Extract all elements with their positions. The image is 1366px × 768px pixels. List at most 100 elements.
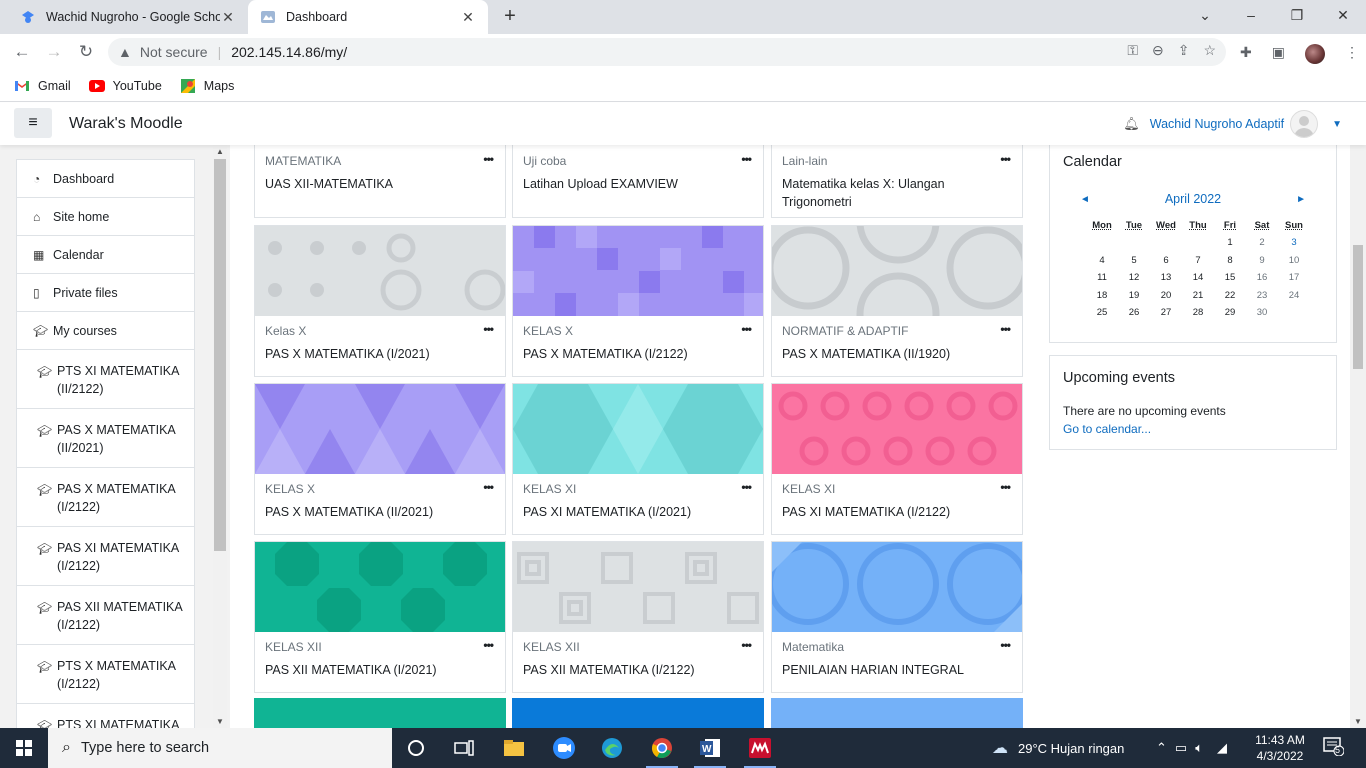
tab-dashboard[interactable]: Dashboard ✕ xyxy=(248,0,488,34)
more-actions-icon[interactable]: ••• xyxy=(741,480,752,494)
more-actions-icon[interactable]: ••• xyxy=(1000,322,1011,336)
calendar-day[interactable]: 5 xyxy=(1118,252,1150,270)
taskbar-clock[interactable]: 11:43 AM 4/3/2022 xyxy=(1250,732,1310,764)
forward-icon[interactable]: → xyxy=(42,40,66,64)
more-actions-icon[interactable]: ••• xyxy=(741,322,752,336)
course-name[interactable]: PAS X MATEMATIKA (I/2122) xyxy=(523,345,753,363)
calendar-day[interactable]: 8 xyxy=(1214,252,1246,270)
course-card[interactable] xyxy=(512,698,764,728)
battery-icon[interactable]: ▭ xyxy=(1175,740,1187,756)
new-tab-button[interactable]: + xyxy=(498,5,522,29)
edge-icon[interactable] xyxy=(588,732,636,764)
windows-start-button[interactable] xyxy=(0,728,48,768)
profile-avatar[interactable] xyxy=(1304,44,1325,64)
course-image[interactable] xyxy=(255,226,505,316)
course-card[interactable]: KELAS XI PAS XI MATEMATIKA (I/2021) ••• xyxy=(512,383,764,535)
course-name[interactable]: PAS X MATEMATIKA (I/2021) xyxy=(265,345,495,363)
scroll-down-icon[interactable]: ▼ xyxy=(213,717,227,726)
scrollbar-thumb[interactable] xyxy=(214,159,226,551)
menu-icon[interactable]: ⋮ xyxy=(1345,44,1359,64)
course-card[interactable]: Matematika PENILAIAN HARIAN INTEGRAL ••• xyxy=(771,541,1023,693)
more-actions-icon[interactable]: ••• xyxy=(741,152,752,166)
course-name[interactable]: PAS XII MATEMATIKA (I/2021) xyxy=(265,661,495,679)
close-window-button[interactable]: ✕ xyxy=(1320,0,1366,30)
chevron-down-icon[interactable]: ▼ xyxy=(1332,119,1342,130)
course-image[interactable] xyxy=(513,542,763,632)
calendar-day[interactable]: 2 xyxy=(1246,234,1278,252)
calendar-day[interactable]: 28 xyxy=(1182,304,1214,322)
extensions-icon[interactable]: ✚ xyxy=(1240,44,1252,64)
file-explorer-icon[interactable] xyxy=(490,732,538,764)
word-icon[interactable]: W xyxy=(686,732,734,768)
site-name[interactable]: Warak's Moodle xyxy=(69,115,183,133)
drawer-toggle-button[interactable]: ≡ xyxy=(14,108,52,138)
chrome-icon[interactable] xyxy=(638,732,686,768)
close-tab-icon[interactable]: ✕ xyxy=(460,9,476,26)
course-name[interactable]: PAS X MATEMATIKA (II/2021) xyxy=(265,503,495,521)
nav-course-item[interactable]: 🎓︎ PAS XI MATEMATIKA (I/2122) xyxy=(17,527,194,586)
course-card[interactable]: KELAS X PAS X MATEMATIKA (II/2021) ••• xyxy=(254,383,506,535)
course-card[interactable]: KELAS X PAS X MATEMATIKA (I/2122) ••• xyxy=(512,225,764,377)
nav-course-item[interactable]: 🎓︎ PTS XI MATEMATIKA (II/2122) xyxy=(17,350,194,409)
course-name[interactable]: PAS XII MATEMATIKA (I/2122) xyxy=(523,661,753,679)
nav-item-private-files[interactable]: ▯ Private files xyxy=(17,274,194,312)
course-card[interactable]: Uji coba Latihan Upload EXAMVIEW ••• xyxy=(512,145,764,218)
calendar-day[interactable]: 25 xyxy=(1086,304,1118,322)
course-name[interactable]: PAS XI MATEMATIKA (I/2021) xyxy=(523,503,753,521)
next-month-icon[interactable]: ► xyxy=(1296,194,1306,205)
side-panel-icon[interactable]: ▣ xyxy=(1272,44,1285,64)
nav-course-item[interactable]: 🎓︎ PAS X MATEMATIKA (II/2021) xyxy=(17,409,194,468)
previous-month-icon[interactable]: ◄ xyxy=(1080,194,1090,205)
calendar-day[interactable]: 7 xyxy=(1182,252,1214,270)
volume-icon[interactable]: 🔈︎ xyxy=(1195,740,1203,756)
reload-icon[interactable]: ↻ xyxy=(74,40,98,64)
tab-search-icon[interactable]: ⌄ xyxy=(1182,0,1228,30)
url-text[interactable]: 202.145.14.86/my/ xyxy=(231,44,347,60)
course-card[interactable] xyxy=(254,698,506,728)
calendar-day[interactable]: 15 xyxy=(1214,269,1246,287)
course-card[interactable]: NORMATIF & ADAPTIF PAS X MATEMATIKA (II/… xyxy=(771,225,1023,377)
calendar-day[interactable]: 14 xyxy=(1182,269,1214,287)
nav-course-item[interactable]: 🎓︎ PTS XI MATEMATIKA (I/2122) xyxy=(17,704,194,728)
calendar-day[interactable]: 29 xyxy=(1214,304,1246,322)
calendar-day[interactable]: 26 xyxy=(1118,304,1150,322)
nav-course-item[interactable]: 🎓︎ PAS XII MATEMATIKA (I/2122) xyxy=(17,586,194,645)
course-card[interactable]: KELAS XI PAS XI MATEMATIKA (I/2122) ••• xyxy=(771,383,1023,535)
course-image[interactable] xyxy=(255,384,505,474)
course-image[interactable] xyxy=(513,226,763,316)
course-image[interactable] xyxy=(772,542,1022,632)
key-icon[interactable]: ⚿ xyxy=(1127,42,1138,59)
star-icon[interactable]: ☆ xyxy=(1203,42,1216,59)
bell-icon[interactable]: 🔔︎ xyxy=(1123,116,1140,132)
calendar-day[interactable]: 9 xyxy=(1246,252,1278,270)
more-actions-icon[interactable]: ••• xyxy=(483,638,494,652)
course-name[interactable]: PENILAIAN HARIAN INTEGRAL xyxy=(782,661,1012,679)
warning-icon[interactable]: ▲ xyxy=(118,44,132,60)
course-name[interactable]: Matematika kelas X: Ulangan Trigonometri xyxy=(782,175,1012,211)
more-actions-icon[interactable]: ••• xyxy=(483,480,494,494)
restore-button[interactable]: ❐ xyxy=(1274,0,1320,30)
course-card[interactable]: KELAS XII PAS XII MATEMATIKA (I/2122) ••… xyxy=(512,541,764,693)
go-to-calendar-link[interactable]: Go to calendar... xyxy=(1063,422,1336,436)
calendar-day[interactable]: 30 xyxy=(1246,304,1278,322)
minimize-button[interactable]: – xyxy=(1228,0,1274,30)
close-tab-icon[interactable]: ✕ xyxy=(220,9,236,26)
calendar-day[interactable]: 21 xyxy=(1182,287,1214,305)
chevron-up-icon[interactable]: ⌃ xyxy=(1156,740,1167,756)
calendar-day[interactable]: 17 xyxy=(1278,269,1310,287)
more-actions-icon[interactable]: ••• xyxy=(741,638,752,652)
nav-item-calendar[interactable]: ▦ Calendar xyxy=(17,236,194,274)
course-name[interactable]: UAS XII-MATEMATIKA xyxy=(265,175,495,193)
scroll-down-icon[interactable]: ▼ xyxy=(1350,717,1366,726)
calendar-day[interactable]: 18 xyxy=(1086,287,1118,305)
course-image[interactable] xyxy=(513,384,763,474)
more-actions-icon[interactable]: ••• xyxy=(1000,480,1011,494)
more-actions-icon[interactable]: ••• xyxy=(483,152,494,166)
calendar-day[interactable]: 24 xyxy=(1278,287,1310,305)
calendar-day[interactable]: 4 xyxy=(1086,252,1118,270)
more-actions-icon[interactable]: ••• xyxy=(1000,152,1011,166)
bookmark-maps[interactable]: Maps xyxy=(180,78,234,93)
calendar-day[interactable]: 6 xyxy=(1150,252,1182,270)
bookmark-youtube[interactable]: YouTube xyxy=(88,79,162,93)
taskbar-search[interactable]: ⌕ Type here to search xyxy=(48,728,392,768)
